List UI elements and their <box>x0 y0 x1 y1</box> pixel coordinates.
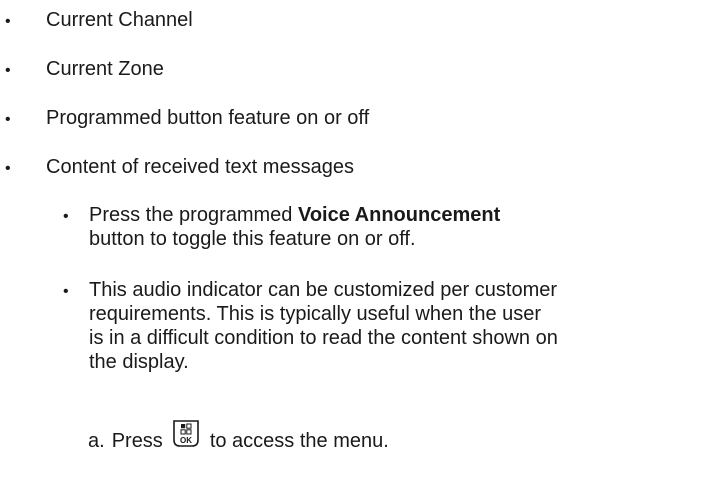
bullet-item-current-zone: Current Zone <box>0 57 164 83</box>
bullet-item-current-channel: Current Channel <box>0 8 193 34</box>
bullet-item-programmed-button: Programmed button feature on or off <box>0 106 369 132</box>
voice-announcement-label: Voice Announcement <box>297 204 501 226</box>
bullet-dot <box>0 57 46 83</box>
step-marker: a. <box>88 430 105 452</box>
sub-bullet-line: Press the programmed Voice Announcement <box>89 203 500 227</box>
bullet-item-text-messages: Content of received text messages <box>0 155 354 181</box>
bullet-text: Current Zone <box>46 58 164 80</box>
sub-bullet-text: Press the programmed Voice Announcement … <box>89 203 500 251</box>
menu-ok-key-icon: OK <box>171 418 201 448</box>
bullet-dot <box>0 106 46 132</box>
sub-bullet-audio-indicator: This audio indicator can be customized p… <box>59 278 558 374</box>
sub-bullet-dot <box>59 203 89 229</box>
document-page: Current Channel Current Zone Programmed … <box>0 0 715 477</box>
sub-bullet-line: the display. <box>89 351 189 373</box>
bullet-dot <box>0 155 46 181</box>
sub-bullet-line: is in a difficult condition to read the … <box>89 327 558 349</box>
bullet-text: Content of received text messages <box>46 156 354 178</box>
sub-bullet-text: This audio indicator can be customized p… <box>89 278 558 374</box>
step-a: a. Press OK to access the menu. <box>88 420 389 456</box>
sub-bullet-voice-announcement: Press the programmed Voice Announcement … <box>59 203 500 251</box>
bullet-text: Current Channel <box>46 9 193 31</box>
step-text-before: Press <box>111 430 163 452</box>
sub-bullet-dot <box>59 278 89 304</box>
sub-bullet-line: This audio indicator can be customized p… <box>89 279 558 301</box>
sub-bullet-prefix: Press the programmed <box>89 204 298 226</box>
step-text-after: to access the menu. <box>209 430 389 452</box>
ok-key-label: OK <box>180 436 192 445</box>
bullet-text: Programmed button feature on or off <box>46 107 370 129</box>
sub-bullet-line: button to toggle this feature on or off. <box>89 228 416 250</box>
bullet-dot <box>0 8 46 34</box>
sub-bullet-line: requirements. This is typically useful w… <box>89 303 542 325</box>
